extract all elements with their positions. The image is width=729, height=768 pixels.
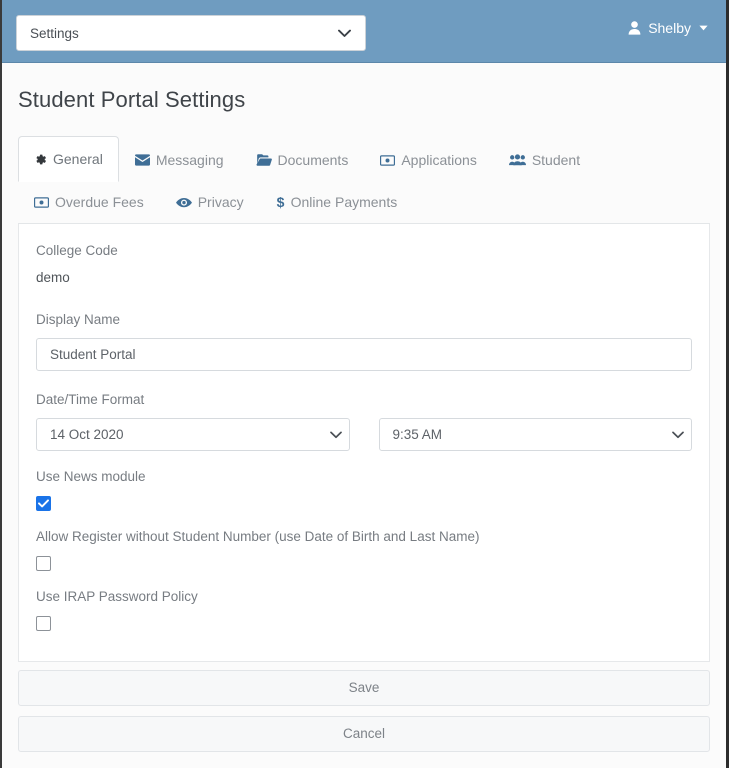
module-select-value: Settings (17, 26, 333, 41)
display-name-label: Display Name (36, 311, 692, 329)
eye-icon (176, 197, 192, 208)
money-bill-icon (34, 197, 49, 208)
tab-documents-label: Documents (278, 150, 349, 170)
money-bill-icon (380, 155, 395, 166)
use-irap-password-policy-label: Use IRAP Password Policy (36, 588, 692, 606)
use-news-module-checkbox[interactable] (36, 496, 51, 511)
chevron-down-icon (333, 29, 355, 38)
tab-applications[interactable]: Applications (364, 139, 493, 181)
display-name-input[interactable] (36, 338, 692, 371)
svg-text:$: $ (276, 195, 284, 209)
tab-overdue-fees-label: Overdue Fees (55, 192, 144, 212)
tabs-row-secondary: Overdue Fees Privacy $ Online Paymen (18, 181, 710, 223)
user-menu-label: Shelby (648, 20, 691, 36)
tab-privacy[interactable]: Privacy (160, 181, 260, 223)
college-code-value: demo (36, 269, 692, 287)
module-select[interactable]: Settings (16, 15, 366, 51)
chevron-down-icon (323, 431, 349, 439)
use-news-module-block: Use News module (36, 468, 692, 511)
dollar-sign-icon: $ (276, 195, 285, 209)
form-actions: Save Cancel (2, 662, 726, 752)
tab-applications-label: Applications (401, 150, 477, 170)
folder-open-icon (256, 154, 272, 166)
tab-messaging-label: Messaging (156, 150, 224, 170)
time-format-value: 9:35 AM (380, 427, 666, 442)
allow-register-without-student-number-label: Allow Register without Student Number (u… (36, 528, 692, 546)
tab-overdue-fees[interactable]: Overdue Fees (18, 181, 160, 223)
user-icon (628, 21, 641, 35)
envelope-icon (135, 154, 150, 166)
tab-documents[interactable]: Documents (240, 139, 365, 181)
tab-messaging[interactable]: Messaging (119, 139, 240, 181)
gear-icon (34, 153, 47, 166)
date-format-value: 14 Oct 2020 (37, 427, 323, 442)
settings-panel-general: College Code demo Display Name Date/Time… (18, 224, 710, 662)
tab-online-payments-label: Online Payments (291, 192, 398, 212)
tab-general-label: General (53, 149, 103, 169)
users-icon (509, 154, 526, 166)
cancel-button[interactable]: Cancel (18, 716, 710, 752)
datetime-format-label: Date/Time Format (36, 391, 692, 409)
page-title: Student Portal Settings (2, 63, 726, 113)
chevron-down-icon (665, 431, 691, 439)
tab-general[interactable]: General (18, 136, 119, 182)
tab-student[interactable]: Student (493, 139, 596, 181)
use-irap-password-policy-checkbox[interactable] (36, 616, 51, 631)
college-code-label: College Code (36, 242, 692, 260)
datetime-format-row: 14 Oct 2020 9:35 AM (36, 418, 692, 451)
date-format-select[interactable]: 14 Oct 2020 (36, 418, 350, 451)
use-news-module-label: Use News module (36, 468, 692, 486)
allow-register-without-student-number-block: Allow Register without Student Number (u… (36, 528, 692, 571)
tabs-divider (18, 223, 710, 224)
time-format-select[interactable]: 9:35 AM (379, 418, 693, 451)
settings-tabs: General Messaging Docu (18, 136, 710, 224)
app-viewport: Settings Shelby Student Port (0, 0, 729, 768)
tab-privacy-label: Privacy (198, 192, 244, 212)
tab-student-label: Student (532, 150, 580, 170)
use-irap-password-policy-block: Use IRAP Password Policy (36, 588, 692, 631)
user-menu[interactable]: Shelby (628, 20, 708, 36)
caret-down-icon (699, 25, 708, 31)
tab-online-payments[interactable]: $ Online Payments (260, 181, 414, 223)
tabs-row-primary: General Messaging Docu (18, 136, 710, 181)
save-button[interactable]: Save (18, 670, 710, 706)
top-navbar: Settings Shelby (2, 0, 726, 63)
allow-register-without-student-number-checkbox[interactable] (36, 556, 51, 571)
